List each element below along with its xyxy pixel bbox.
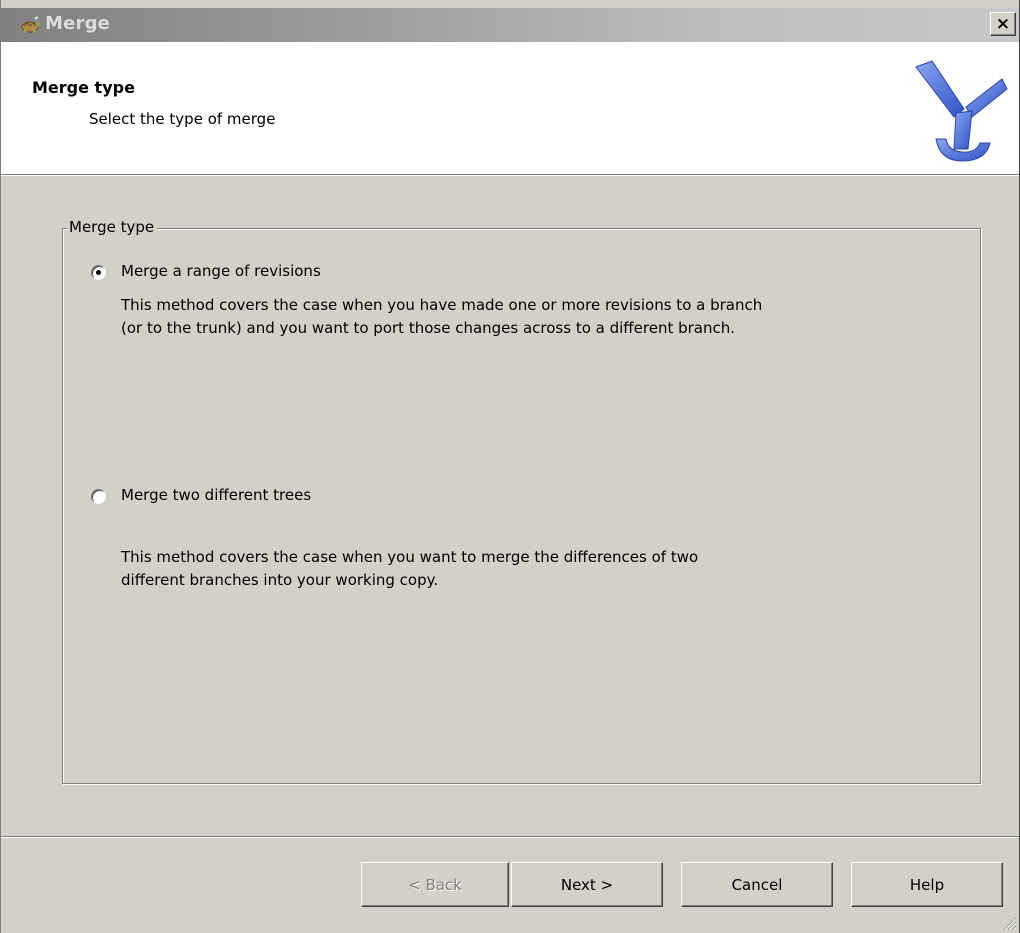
resize-grip-icon[interactable]: [1001, 915, 1017, 931]
description-line: This method covers the case when you hav…: [121, 296, 763, 314]
page-subtitle: Select the type of merge: [89, 110, 276, 128]
cancel-button[interactable]: Cancel: [681, 862, 833, 907]
merge-range-label[interactable]: Merge a range of revisions: [121, 262, 321, 280]
help-button[interactable]: Help: [851, 862, 1003, 907]
merge-logo-icon: [915, 60, 1008, 162]
header-separator: [1, 175, 1019, 176]
radio-selected-dot: [96, 270, 101, 275]
back-button[interactable]: < Back: [361, 862, 509, 907]
merge-range-description: This method covers the case when you hav…: [121, 294, 762, 340]
footer-separator-highlight: [1, 837, 1019, 838]
merge-trees-label[interactable]: Merge two different trees: [121, 486, 311, 504]
close-icon: ×: [995, 13, 1011, 34]
next-button[interactable]: Next >: [511, 862, 663, 907]
merge-dialog: Merge × Merge type Select the type of me…: [0, 0, 1020, 933]
merge-range-radio[interactable]: [91, 265, 106, 280]
description-line: (or to the trunk) and you want to port t…: [121, 319, 736, 337]
merge-trees-description: This method covers the case when you wan…: [121, 546, 698, 592]
window-title: Merge: [45, 13, 111, 34]
tortoise-icon: [21, 16, 41, 33]
title-bar[interactable]: Merge ×: [1, 8, 1019, 42]
groupbox-legend: Merge type: [67, 218, 158, 236]
close-button[interactable]: ×: [990, 12, 1016, 36]
description-line: different branches into your working cop…: [121, 571, 439, 589]
merge-trees-radio[interactable]: [91, 489, 106, 504]
page-title: Merge type: [32, 78, 135, 97]
wizard-header: Merge type Select the type of merge: [1, 42, 1019, 175]
description-line: This method covers the case when you wan…: [121, 548, 699, 566]
